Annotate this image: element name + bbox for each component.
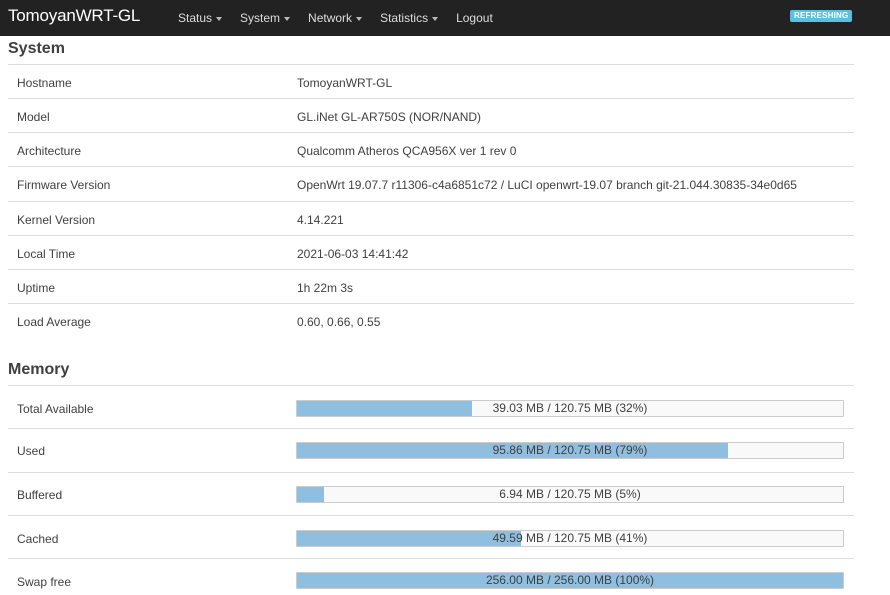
row-label: Hostname: [17, 76, 72, 90]
row-label: Used: [17, 444, 46, 458]
table-row: Hostname TomoyanWRT-GL: [8, 64, 854, 98]
chevron-down-icon: [216, 16, 223, 21]
memory-progress-bar: 256.00 MB / 256.00 MB (100%): [296, 572, 844, 589]
row-label: Model: [17, 110, 50, 124]
memory-progress-bar: 95.86 MB / 120.75 MB (79%): [296, 442, 844, 459]
row-value: OpenWrt 19.07.7 r11306-c4a6851c72 / LuCI…: [297, 178, 797, 192]
menu-status-label: Status: [178, 11, 213, 25]
table-row: Local Time 2021-06-03 14:41:42: [8, 235, 854, 269]
table-row: Cached 49.59 MB / 120.75 MB (41%): [8, 515, 854, 558]
menu-system-label: System: [240, 11, 281, 25]
menu-statistics-label: Statistics: [380, 11, 429, 25]
table-row: Uptime 1h 22m 3s: [8, 269, 854, 303]
row-label: Cached: [17, 532, 59, 546]
refreshing-badge[interactable]: REFRESHING: [790, 10, 853, 22]
top-navbar: TomoyanWRT-GL Status System Network Stat…: [0, 0, 890, 36]
row-value: TomoyanWRT-GL: [297, 76, 393, 90]
row-label: Buffered: [17, 488, 63, 502]
memory-progress-bar: 39.03 MB / 120.75 MB (32%): [296, 400, 844, 417]
menu-network[interactable]: Network: [308, 11, 363, 25]
chevron-down-icon: [432, 16, 439, 21]
menu-status[interactable]: Status: [178, 11, 223, 25]
table-row: Load Average 0.60, 0.66, 0.55: [8, 303, 854, 337]
progress-text: 95.86 MB / 120.75 MB (79%): [492, 443, 648, 457]
system-section-title: System: [8, 40, 65, 57]
table-row: Buffered 6.94 MB / 120.75 MB (5%): [8, 472, 854, 515]
table-row: Architecture Qualcomm Atheros QCA956X ve…: [8, 132, 854, 166]
table-row: Swap free 256.00 MB / 256.00 MB (100%): [8, 558, 854, 594]
table-row: Kernel Version 4.14.221: [8, 201, 854, 235]
row-value: 2021-06-03 14:41:42: [297, 247, 409, 261]
row-label: Load Average: [17, 315, 91, 329]
row-label: Local Time: [17, 247, 76, 261]
row-value: GL.iNet GL-AR750S (NOR/NAND): [297, 110, 482, 124]
progress-text: 39.03 MB / 120.75 MB (32%): [492, 401, 648, 415]
row-label: Architecture: [17, 144, 82, 158]
row-value: 4.14.221: [297, 213, 344, 227]
progress-text: 49.59 MB / 120.75 MB (41%): [492, 531, 648, 545]
menu-logout[interactable]: Logout: [456, 11, 493, 25]
system-table: Hostname TomoyanWRT-GL Model GL.iNet GL-…: [8, 64, 854, 337]
table-row: Used 95.86 MB / 120.75 MB (79%): [8, 428, 854, 472]
chevron-down-icon: [284, 16, 291, 21]
table-row: Model GL.iNet GL-AR750S (NOR/NAND): [8, 98, 854, 132]
row-value: 1h 22m 3s: [297, 281, 354, 295]
memory-table: Total Available 39.03 MB / 120.75 MB (32…: [8, 385, 854, 594]
table-row: Firmware Version OpenWrt 19.07.7 r11306-…: [8, 166, 854, 201]
row-label: Firmware Version: [17, 178, 111, 192]
main-menu: Status System Network Statistics Logout: [178, 0, 511, 36]
menu-logout-label: Logout: [456, 11, 493, 25]
menu-network-label: Network: [308, 11, 353, 25]
progress-text: 6.94 MB / 120.75 MB (5%): [499, 487, 641, 501]
memory-progress-bar: 49.59 MB / 120.75 MB (41%): [296, 530, 844, 547]
memory-progress-bar: 6.94 MB / 120.75 MB (5%): [296, 486, 844, 503]
chevron-down-icon: [356, 16, 363, 21]
row-label: Total Available: [17, 402, 94, 416]
progress-text: 256.00 MB / 256.00 MB (100%): [485, 573, 655, 587]
memory-section-title: Memory: [8, 361, 70, 378]
row-value: Qualcomm Atheros QCA956X ver 1 rev 0: [297, 144, 517, 158]
row-label: Kernel Version: [17, 213, 96, 227]
table-row: Total Available 39.03 MB / 120.75 MB (32…: [8, 385, 854, 428]
menu-statistics[interactable]: Statistics: [380, 11, 439, 25]
row-label: Uptime: [17, 281, 56, 295]
brand-title[interactable]: TomoyanWRT-GL: [8, 6, 140, 26]
row-label: Swap free: [17, 575, 72, 589]
row-value: 0.60, 0.66, 0.55: [297, 315, 381, 329]
menu-system[interactable]: System: [240, 11, 291, 25]
